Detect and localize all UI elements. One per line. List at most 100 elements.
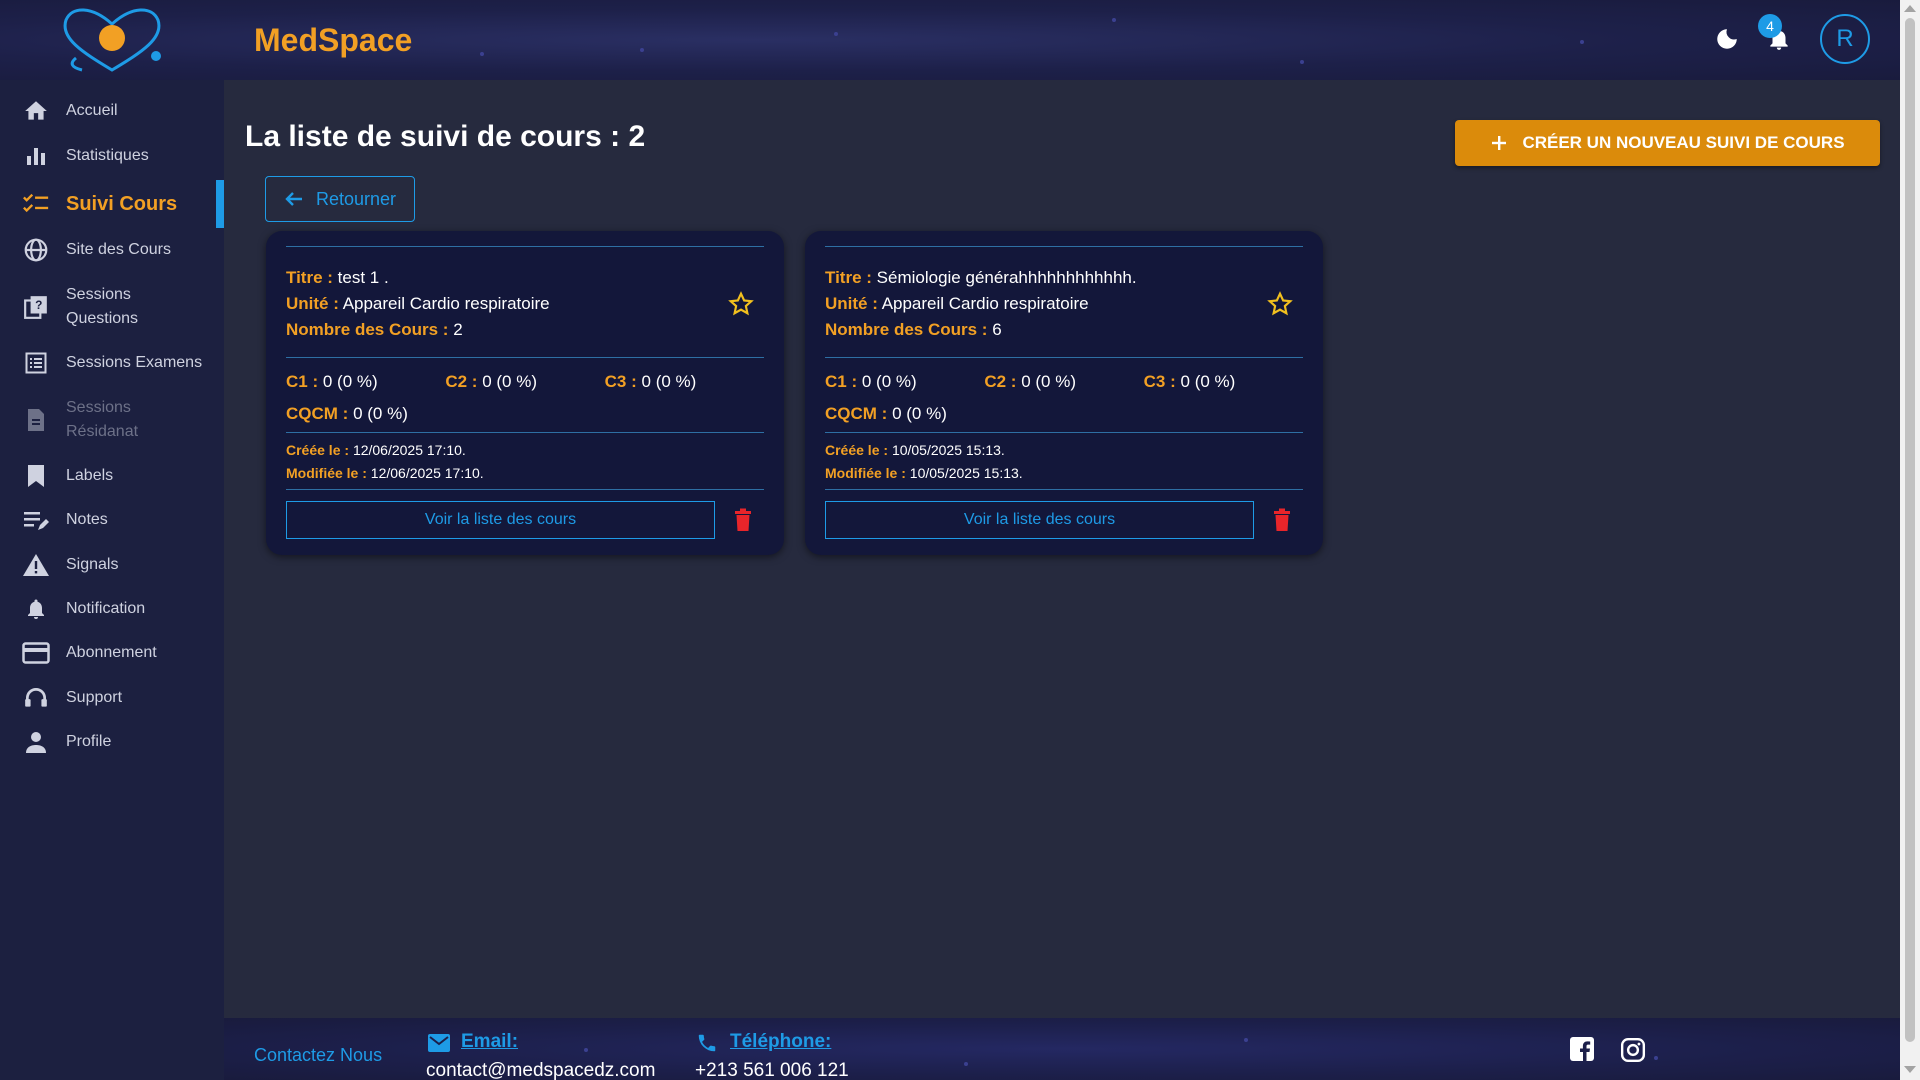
decor-star <box>964 1062 968 1066</box>
decor-star <box>1112 18 1116 22</box>
top-bar: MedSpace 4 R <box>0 0 1900 80</box>
sidebar-item-label: Sessions Examens <box>66 354 203 371</box>
c1-value: 0 (0 %) <box>322 372 378 391</box>
sidebar-item-suivi-cours[interactable]: Suivi Cours <box>0 180 224 228</box>
sidebar-item-notification[interactable]: Notification <box>0 594 224 624</box>
c1-value: 0 (0 %) <box>861 372 917 391</box>
course-tracking-card: Titre : test 1 . Unité : Appareil Cardio… <box>266 231 784 555</box>
mail-icon <box>428 1034 450 1052</box>
sidebar-item-statistiques[interactable]: Statistiques <box>0 141 224 171</box>
sidebar-item-signals[interactable]: Signals <box>0 550 224 580</box>
sidebar-item-label: Site des Cours <box>66 241 171 258</box>
page-title: La liste de suivi de cours : 2 <box>245 120 646 153</box>
c2-value: 0 (0 %) <box>482 372 537 391</box>
sidebar-item-label: Notification <box>66 600 146 617</box>
user-avatar[interactable]: R <box>1820 14 1870 64</box>
decor-star <box>480 52 484 56</box>
c3-value: 0 (0 %) <box>1180 372 1236 391</box>
back-button[interactable]: Retourner <box>265 176 415 222</box>
sidebar-item-label: Accueil <box>66 102 118 119</box>
scroll-up-arrow[interactable] <box>1904 5 1916 12</box>
list-icon <box>22 349 50 377</box>
arrow-left-icon <box>285 192 302 206</box>
modified-label: Modifiée le : <box>286 465 367 481</box>
c2-value: 0 (0 %) <box>1021 372 1076 391</box>
c2-label: C2 : <box>984 372 1017 391</box>
back-label: Retourner <box>315 188 397 209</box>
modified-date: 12/06/2025 17:10. <box>370 465 484 481</box>
c3-value: 0 (0 %) <box>641 372 697 391</box>
phone-label[interactable]: Téléphone: <box>730 1031 831 1053</box>
decor-star <box>1300 60 1304 64</box>
quiz-icon: ? <box>22 293 50 321</box>
document-icon <box>22 406 50 434</box>
page-scrollbar[interactable] <box>1900 0 1920 1080</box>
sidebar-item-accueil[interactable]: Accueil <box>0 96 224 126</box>
bar-chart-icon <box>22 142 50 170</box>
decor-star <box>640 48 644 52</box>
card-unite: Appareil Cardio respiratoire <box>881 294 1089 313</box>
moon-icon <box>1717 29 1737 49</box>
sidebar-item-site-des-cours[interactable]: Site des Cours <box>0 235 224 265</box>
main-content: La liste de suivi de cours : 2 CRÉER UN … <box>224 80 1900 1018</box>
sidebar-item-abonnement[interactable]: Abonnement <box>0 638 224 668</box>
sidebar-item-label: Statistiques <box>66 147 149 164</box>
modified-date: 10/05/2025 15:13. <box>909 465 1023 481</box>
star-icon[interactable] <box>728 291 754 325</box>
card-titre: Sémiologie générahhhhhhhhhhhh. <box>876 268 1137 287</box>
view-courses-button[interactable]: Voir la liste des cours <box>825 501 1254 539</box>
c3-label: C3 : <box>604 372 637 391</box>
unite-label: Unité : <box>825 294 878 313</box>
course-tracking-card: Titre : Sémiologie générahhhhhhhhhhhh. U… <box>805 231 1323 555</box>
scrollbar-thumb[interactable] <box>1905 18 1915 1042</box>
create-suivi-label: CRÉER UN NOUVEAU SUIVI DE COURS <box>1522 133 1845 152</box>
email-label[interactable]: Email: <box>461 1031 518 1053</box>
titre-label: Titre : <box>286 268 333 287</box>
view-courses-button[interactable]: Voir la liste des cours <box>286 501 715 539</box>
c1-label: C1 : <box>825 372 858 391</box>
svg-text:?: ? <box>35 298 42 312</box>
unite-label: Unité : <box>286 294 339 313</box>
sidebar-item-label: Suivi Cours <box>66 193 178 215</box>
decor-star <box>584 1048 588 1052</box>
notification-badge: 4 <box>1758 14 1782 38</box>
notes-icon <box>22 506 50 534</box>
trash-icon[interactable] <box>731 506 755 534</box>
dark-mode-toggle[interactable] <box>1710 22 1744 56</box>
plus-icon <box>1492 136 1507 150</box>
sidebar-item-label: Sessions Résidanat <box>66 399 139 440</box>
sidebar-item-sessions-residanat: Sessions Résidanat <box>0 395 224 445</box>
sidebar-item-profile[interactable]: Profile <box>0 727 224 757</box>
star-icon[interactable] <box>1267 291 1293 325</box>
sidebar-item-support[interactable]: Support <box>0 683 224 713</box>
sidebar-item-sessions-questions[interactable]: ? Sessions Questions <box>0 282 224 332</box>
nombre-label: Nombre des Cours : <box>286 320 449 339</box>
sidebar-item-label: Abonnement <box>66 644 157 661</box>
sidebar-item-label: Support <box>66 689 123 706</box>
card-nombre: 2 <box>453 320 463 339</box>
cqcm-value: 0 (0 %) <box>892 404 947 423</box>
facebook-icon[interactable] <box>1570 1037 1594 1061</box>
instagram-icon[interactable] <box>1620 1037 1646 1063</box>
c2-label: C2 : <box>445 372 478 391</box>
scroll-down-arrow[interactable] <box>1904 1066 1916 1073</box>
sidebar-item-notes[interactable]: Notes <box>0 505 224 535</box>
sidebar-item-labels[interactable]: Labels <box>0 461 224 491</box>
titre-label: Titre : <box>825 268 872 287</box>
app-logo[interactable] <box>0 0 224 80</box>
cqcm-value: 0 (0 %) <box>353 404 408 423</box>
modified-label: Modifiée le : <box>825 465 906 481</box>
brand-name: MedSpace <box>254 21 413 58</box>
decor-star <box>1654 1056 1658 1060</box>
sidebar-item-sessions-examens[interactable]: Sessions Examens <box>0 348 224 378</box>
phone-icon <box>696 1032 718 1054</box>
contact-us-link[interactable]: Contactez Nous <box>254 1045 382 1066</box>
person-icon <box>22 728 50 756</box>
notifications-button[interactable]: 4 <box>1758 14 1796 56</box>
create-suivi-button[interactable]: CRÉER UN NOUVEAU SUIVI DE COURS <box>1455 120 1880 166</box>
trash-icon[interactable] <box>1270 506 1294 534</box>
cqcm-label: CQCM : <box>825 404 888 423</box>
created-label: Créée le : <box>825 442 889 458</box>
sidebar-item-label: Sessions Questions <box>66 286 139 327</box>
decor-star <box>834 32 838 36</box>
